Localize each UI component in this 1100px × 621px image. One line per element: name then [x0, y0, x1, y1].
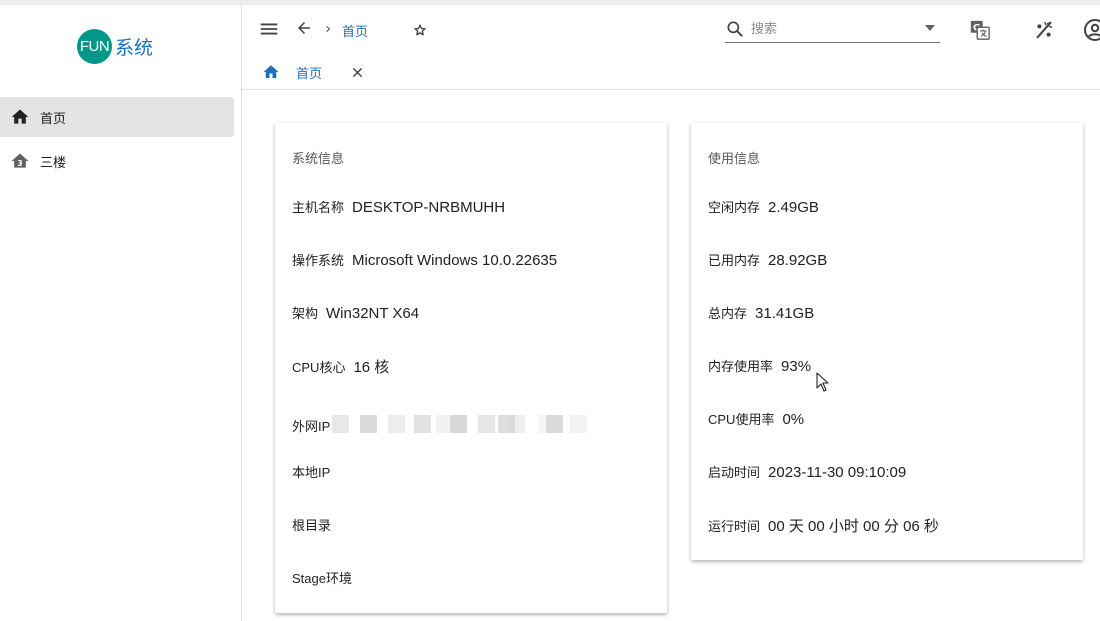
tab-home-icon [262, 63, 280, 81]
system-info-card: 系统信息 主机名称 DESKTOP-NRBMUHH 操作系统 Microsoft… [275, 123, 667, 613]
row-value: 2.49GB [768, 199, 819, 216]
row-label: 空闲内存 [708, 200, 761, 215]
account-icon[interactable] [1082, 17, 1100, 43]
svg-text:3: 3 [17, 159, 22, 168]
row-label: Stage环境 [292, 571, 352, 586]
star-icon[interactable] [408, 18, 432, 42]
row-value: 0% [782, 411, 805, 428]
info-row-local-ip: 本地IP [292, 462, 338, 481]
dropdown-arrow-icon[interactable] [924, 24, 936, 32]
theme-toggle-icon[interactable] [1031, 17, 1057, 43]
usage-row-free-memory: 空闲内存 2.49GB [708, 197, 819, 216]
row-label: 内存使用率 [708, 359, 774, 374]
row-value: 28.92GB [768, 252, 828, 269]
row-label: CPU使用率 [708, 412, 775, 427]
search-box [725, 15, 940, 43]
sidebar-nav: 首页 3 三楼 [0, 97, 242, 185]
usage-row-cpu-usage: CPU使用率 0% [708, 409, 804, 428]
mouse-cursor-icon [816, 372, 830, 397]
usage-info-card: 使用信息 空闲内存 2.49GB 已用内存 28.92GB 总内存 31.41G… [691, 123, 1083, 560]
row-label: 操作系统 [292, 253, 345, 268]
info-row-os: 操作系统 Microsoft Windows 10.0.22635 [292, 250, 557, 269]
info-row-hostname: 主机名称 DESKTOP-NRBMUHH [292, 197, 505, 216]
logo-badge: FUN [77, 29, 112, 64]
sidebar-item-label: 首页 [40, 110, 67, 126]
sidebar-item-label: 三楼 [40, 154, 67, 170]
row-label: 总内存 [708, 306, 748, 321]
breadcrumb[interactable]: 首页 [342, 21, 368, 40]
tab-home[interactable]: 首页 [262, 57, 364, 87]
row-value: DESKTOP-NRBMUHH [352, 199, 506, 216]
usage-row-memory-usage: 内存使用率 93% [708, 356, 811, 375]
usage-row-boot-time: 启动时间 2023-11-30 09:10:09 [708, 462, 906, 481]
row-label: 根目录 [292, 518, 332, 533]
row-label: 本地IP [292, 465, 331, 480]
back-arrow-icon[interactable] [293, 17, 315, 39]
row-label: 架构 [292, 306, 319, 321]
row-value: 2023-11-30 09:10:09 [768, 464, 907, 481]
row-value: Microsoft Windows 10.0.22635 [352, 252, 558, 269]
tab-close-icon[interactable] [350, 65, 364, 79]
top-header: 首页 G 首页 [242, 5, 1100, 90]
row-value: 31.41GB [755, 305, 815, 322]
row-value: 00 天 00 小时 00 分 06 秒 [768, 518, 939, 535]
info-row-cpu-cores: CPU核心 16 核 [292, 356, 389, 377]
usage-row-uptime: 运行时间 00 天 00 小时 00 分 06 秒 [708, 515, 939, 536]
card-title: 系统信息 [292, 151, 345, 166]
search-icon[interactable] [725, 19, 745, 39]
usage-row-total-memory: 总内存 31.41GB [708, 303, 814, 322]
logo-text: 系统 [115, 38, 154, 59]
chevron-right-icon [321, 20, 335, 38]
info-row-public-ip: 外网IP [292, 409, 588, 436]
card-title: 使用信息 [708, 151, 761, 166]
translate-icon[interactable]: G [967, 17, 993, 43]
usage-row-used-memory: 已用内存 28.92GB [708, 250, 827, 269]
sidebar-item-floor3[interactable]: 3 三楼 [0, 141, 234, 181]
sidebar-item-home[interactable]: 首页 [0, 97, 234, 137]
row-label: 主机名称 [292, 200, 345, 215]
floor-3-icon: 3 [10, 151, 30, 171]
menu-icon[interactable] [256, 17, 282, 41]
row-value: Win32NT X64 [326, 305, 420, 322]
row-label: 运行时间 [708, 519, 761, 534]
sidebar: FUN 系统 首页 3 三楼 [0, 5, 242, 621]
info-row-arch: 架构 Win32NT X64 [292, 303, 419, 322]
home-icon [10, 107, 30, 127]
row-value: 93% [781, 358, 812, 375]
info-row-stage-env: Stage环境 [292, 568, 360, 587]
redacted-ip-value [332, 414, 588, 436]
info-row-root-dir: 根目录 [292, 515, 339, 534]
row-label: 启动时间 [708, 465, 761, 480]
row-label: CPU核心 [292, 360, 346, 375]
search-input[interactable] [751, 21, 901, 36]
app-logo[interactable]: FUN 系统 [77, 29, 153, 64]
row-value: 16 核 [353, 359, 390, 376]
tab-label: 首页 [296, 65, 323, 81]
row-label: 已用内存 [708, 253, 761, 268]
row-label: 外网IP [292, 419, 331, 434]
